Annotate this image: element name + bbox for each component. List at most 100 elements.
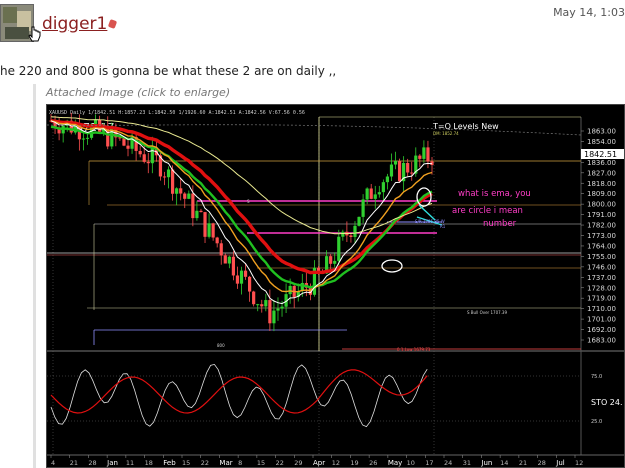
time-axis-label: 28 [88, 459, 96, 467]
candle-body [418, 155, 422, 159]
candle-body [377, 192, 381, 195]
candle-body [426, 147, 430, 162]
candle-body [207, 223, 211, 237]
candle-body [150, 147, 154, 164]
price-axis-label: 1728.00 [587, 284, 616, 292]
time-axis-label: 12 [575, 459, 583, 467]
candle-body [353, 225, 357, 237]
candle-body [170, 169, 175, 194]
candle-body [268, 300, 272, 324]
time-axis-label: 28 [538, 459, 546, 467]
price-axis-label: 1800.00 [587, 201, 616, 209]
candle-body [122, 138, 126, 146]
levels-title: T=Q Levels New [432, 122, 499, 131]
candle-body [162, 176, 167, 178]
candle-body [203, 212, 207, 237]
candle-body [422, 147, 426, 159]
candle-body [337, 236, 341, 261]
time-axis-label: 10 [407, 459, 415, 467]
level-label-6: 800 [217, 343, 225, 348]
candle-body [166, 169, 171, 178]
quote-bar [33, 84, 36, 468]
time-axis-label: 21 [519, 459, 527, 467]
candle-body [357, 216, 361, 226]
price-axis-label: 1782.00 [587, 222, 616, 230]
candle-body [215, 237, 219, 244]
attached-image-link[interactable]: Attached Image (click to enlarge) [46, 86, 230, 99]
time-axis-label: Jun [480, 459, 492, 467]
annotation-line-2: are circle i mean [452, 206, 523, 216]
time-axis-label: 8 [238, 459, 242, 467]
candle-body [406, 162, 410, 173]
candle-body [276, 308, 280, 311]
time-axis-label: 29 [294, 459, 302, 467]
time-axis-label: 15 [182, 459, 190, 467]
candle-body [191, 193, 195, 219]
price-axis-label: 1737.00 [587, 274, 616, 282]
time-axis-label: 18 [145, 459, 153, 467]
candle-body [389, 164, 394, 177]
candle-body [223, 255, 227, 264]
price-axis-label: 1818.00 [587, 180, 616, 188]
current-price-text: 1842.51 [584, 150, 617, 159]
chart-header-text: XAUUSD Daily 1/1842.51 H:1857.23 L:1842.… [49, 110, 305, 116]
price-axis-label: 1692.00 [587, 326, 616, 334]
time-axis-label: 15 [257, 459, 265, 467]
post-body-text: he 220 and 800 is gonna be what these 2 … [0, 64, 337, 78]
candle-body [272, 310, 276, 324]
candle-body [365, 188, 369, 200]
candle-body [393, 161, 398, 165]
time-axis-label: 21 [70, 459, 78, 467]
time-axis-label: May [388, 459, 402, 467]
candle-body [81, 138, 86, 140]
levels-sub: DM: 1852.74 [433, 131, 459, 136]
price-axis-label: 1773.00 [587, 232, 616, 240]
level-label-4: S Bull Over 1707.39 [467, 310, 507, 315]
candle-body [341, 231, 345, 237]
indicator-axis-75: 75.0 [591, 374, 602, 380]
candle-body [146, 161, 150, 164]
candle-body [381, 182, 385, 193]
price-axis-label: 1863.00 [587, 128, 616, 136]
candle-body [252, 291, 256, 305]
attached-chart-image[interactable]: XAUUSD Daily 1/1842.51 H:1857.23 L:1842.… [46, 104, 625, 468]
time-axis-label: Mar [219, 459, 232, 467]
candle-body [410, 172, 414, 174]
level-label-2: R1 [440, 224, 446, 229]
candle-body [183, 193, 187, 199]
candle-body [385, 176, 390, 183]
indicator-label: STO 24. [591, 398, 623, 407]
candle-body [227, 256, 231, 264]
time-axis-label: 14 [500, 459, 508, 467]
price-chart: XAUUSD Daily 1/1842.51 H:1857.23 L:1842.… [47, 105, 624, 467]
price-axis-label: 1683.00 [587, 337, 616, 345]
candle-body [179, 188, 183, 194]
candle-body [264, 300, 268, 307]
time-axis-label: 24 [444, 459, 452, 467]
indicator-axis-25: 25.0 [591, 419, 602, 425]
candle-body [211, 223, 215, 238]
candle-body [288, 285, 292, 295]
candle-body [329, 256, 333, 264]
username-link[interactable]: digger1 [42, 14, 107, 34]
candle-body [235, 275, 240, 284]
candle-body [187, 193, 191, 199]
candle-body [256, 304, 260, 306]
candle-body [219, 243, 223, 256]
candle-body [397, 161, 402, 182]
candle-body [243, 270, 248, 277]
price-axis-label: 1710.00 [587, 305, 616, 313]
candle-body [195, 210, 199, 219]
post-date: May 14, 1:03 [553, 6, 625, 19]
candle-body [199, 210, 203, 213]
time-axis-label: 22 [276, 459, 284, 467]
candle-body [369, 188, 373, 199]
candle-body [239, 270, 244, 284]
time-axis-label: Jan [106, 459, 118, 467]
status-icon [107, 19, 118, 29]
price-axis-label: 1764.00 [587, 242, 616, 250]
time-axis-label: 19 [350, 459, 358, 467]
time-axis-label: 31 [463, 459, 471, 467]
candle-body [142, 154, 146, 162]
price-axis-label: 1755.00 [587, 253, 616, 261]
